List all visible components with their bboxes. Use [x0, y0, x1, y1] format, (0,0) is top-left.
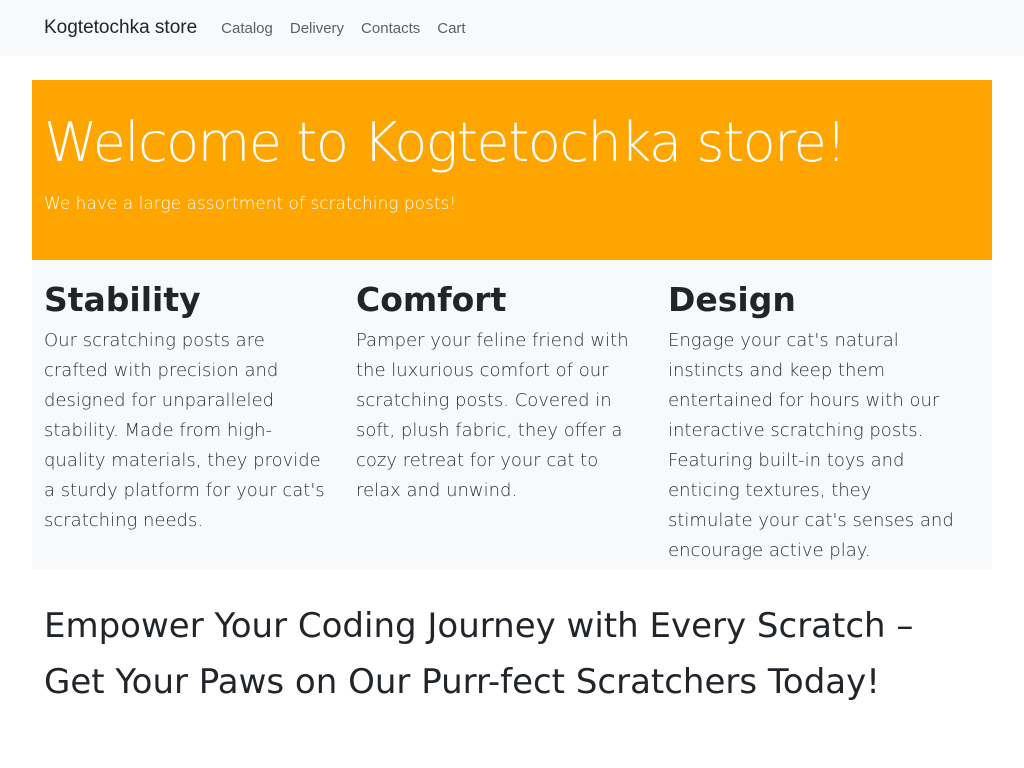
- feature-text: Engage your cat's natural instincts and …: [668, 330, 954, 561]
- brand-link[interactable]: Kogtetochka store: [44, 17, 197, 39]
- hero-subtitle: We have a large assortment of scratching…: [44, 194, 457, 214]
- feature-text: Our scratching posts are crafted with pr…: [44, 330, 325, 531]
- hero-title: Welcome to Kogtetochka store!: [44, 111, 847, 174]
- nav-link-catalog[interactable]: Catalog: [221, 20, 273, 37]
- nav-link-contacts[interactable]: Contacts: [361, 20, 420, 37]
- tagline-heading: Empower Your Coding Journey with Every S…: [44, 606, 914, 702]
- hero-banner: Welcome to Kogtetochka store! We have a …: [32, 80, 992, 260]
- navbar: Kogtetochka store Catalog Delivery Conta…: [0, 0, 1024, 56]
- feature-stability: Stability Our scratching posts are craft…: [44, 278, 356, 570]
- nav-link-cart[interactable]: Cart: [437, 20, 465, 37]
- feature-text: Pamper your feline friend with the luxur…: [356, 330, 629, 501]
- feature-title: Stability: [44, 280, 201, 319]
- features-section: Stability Our scratching posts are craft…: [32, 260, 992, 570]
- feature-title: Design: [668, 280, 796, 319]
- feature-comfort: Comfort Pamper your feline friend with t…: [356, 278, 668, 570]
- feature-design: Design Engage your cat's natural instinc…: [668, 278, 980, 570]
- nav-link-delivery[interactable]: Delivery: [290, 20, 344, 37]
- feature-title: Comfort: [356, 280, 507, 319]
